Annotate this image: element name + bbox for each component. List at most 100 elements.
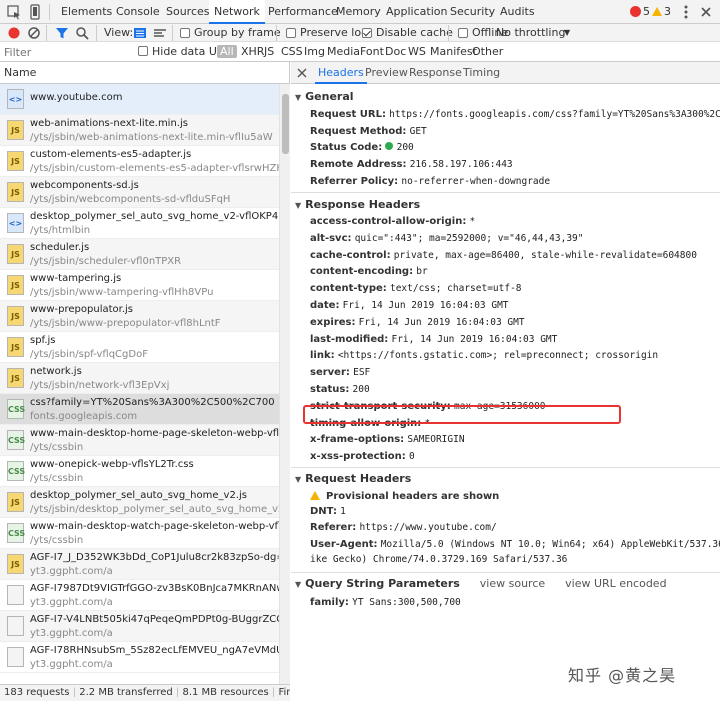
request-row[interactable]: CSS css?family=YT%20Sans%3A300%2C500%2C70… xyxy=(0,394,289,425)
request-row[interactable]: JS www-tampering.js/yts/jsbin/www-tamperi… xyxy=(0,270,289,301)
filter-type-all[interactable]: All xyxy=(217,45,237,58)
clear-icon[interactable] xyxy=(26,25,42,41)
filter-type-font[interactable]: Font xyxy=(360,45,384,58)
tab-response[interactable]: Response xyxy=(409,62,462,84)
request-row[interactable]: JS custom-elements-es5-adapter.js/yts/jsb… xyxy=(0,146,289,177)
request-row[interactable]: JS spf.js/yts/jsbin/spf-vflqCgDoF xyxy=(0,332,289,363)
request-row[interactable]: JS scheduler.js/yts/jsbin/scheduler-vfl0n… xyxy=(0,239,289,270)
request-headers-section-toggle[interactable]: ▼ Request Headers xyxy=(295,472,411,485)
tab-audits[interactable]: Audits xyxy=(500,0,535,24)
error-count: 5 xyxy=(643,5,650,18)
disable-cache-checkbox[interactable] xyxy=(362,28,372,38)
throttling-select[interactable]: No throttling xyxy=(496,26,565,39)
tab-network[interactable]: Network xyxy=(209,0,265,24)
provisional-text: Provisional headers are shown xyxy=(326,491,500,502)
user-agent-value: Mozilla/5.0 (Windows NT 10.0; Win64; x64… xyxy=(380,539,720,550)
request-row[interactable]: AGF-I7-V4LNBt505ki47qPeqeQmPDPt0g-BUggrZ… xyxy=(0,611,289,642)
header-key: cache-control: xyxy=(310,250,391,261)
tab-application[interactable]: Application xyxy=(386,0,447,24)
doc-file-icon: <> xyxy=(7,89,24,109)
device-toolbar-icon[interactable] xyxy=(27,4,43,20)
request-row[interactable]: JS desktop_polymer_sel_auto_svg_home_v2.j… xyxy=(0,487,289,518)
request-row[interactable]: JS network.js/yts/jsbin/network-vfl3EpVxj xyxy=(0,363,289,394)
request-path: /yts/jsbin/www-tampering-vflHh8VPu xyxy=(30,287,214,298)
request-row[interactable]: CSS www-onepick-webp-vflsYL2Tr.css/yts/cs… xyxy=(0,456,289,487)
large-rows-icon[interactable] xyxy=(132,25,148,41)
inspect-element-icon[interactable] xyxy=(6,4,22,20)
filter-type-doc[interactable]: Doc xyxy=(385,45,406,58)
devtools-tab-bar: Elements Console Sources Network Perform… xyxy=(0,0,720,24)
request-row[interactable]: JS web-animations-next-lite.min.js/yts/js… xyxy=(0,115,289,146)
tab-console[interactable]: Console xyxy=(116,0,160,24)
filter-type-manifest[interactable]: Manifest xyxy=(430,45,477,58)
header-key: content-encoding: xyxy=(310,266,414,277)
preserve-log-label: Preserve log xyxy=(300,26,369,39)
query-string-title: Query String Parameters xyxy=(305,577,460,590)
response-headers-section-toggle[interactable]: ▼ Response Headers xyxy=(295,198,420,211)
filter-type-css[interactable]: CSS xyxy=(281,45,303,58)
remote-address-key: Remote Address: xyxy=(310,159,407,170)
request-path: /yts/jsbin/web-animations-next-lite.min-… xyxy=(30,132,273,143)
request-row[interactable]: JS webcomponents-sd.js/yts/jsbin/webcompo… xyxy=(0,177,289,208)
header-value: SAMEORIGIN xyxy=(407,434,465,445)
offline-checkbox[interactable] xyxy=(458,28,468,38)
request-path: yt3.ggpht.com/a xyxy=(30,566,113,577)
referer-key: Referer: xyxy=(310,522,357,533)
request-path: yt3.ggpht.com/a xyxy=(30,659,113,670)
filter-icon[interactable] xyxy=(54,25,70,41)
filter-type-other[interactable]: Other xyxy=(472,45,503,58)
tab-memory[interactable]: Memory xyxy=(336,0,381,24)
more-options-icon[interactable] xyxy=(678,4,694,20)
filter-input[interactable] xyxy=(4,45,124,59)
general-section-toggle[interactable]: ▼ General xyxy=(295,90,354,103)
tab-security[interactable]: Security xyxy=(450,0,495,24)
name-column-header[interactable]: Name xyxy=(0,62,289,84)
request-row[interactable]: <> www.youtube.com xyxy=(0,84,289,115)
request-method-value: GET xyxy=(409,126,427,137)
filter-type-img[interactable]: Img xyxy=(304,45,325,58)
record-icon[interactable] xyxy=(6,25,22,41)
request-name: desktop_polymer_sel_auto_svg_home_v2-vfl… xyxy=(30,211,290,222)
tab-sources[interactable]: Sources xyxy=(166,0,210,24)
expand-arrow-icon: ▼ xyxy=(295,475,302,484)
request-row[interactable]: CSS www-main-desktop-watch-page-skeleton-… xyxy=(0,518,289,549)
filter-type-js[interactable]: JS xyxy=(264,45,274,58)
close-details-icon[interactable] xyxy=(297,68,307,78)
request-row[interactable]: CSS www-main-desktop-home-page-skeleton-w… xyxy=(0,425,289,456)
finish-time: Finish: 36.8 xyxy=(278,687,290,698)
tab-preview[interactable]: Preview xyxy=(365,62,408,84)
scrollbar-thumb[interactable] xyxy=(282,94,289,154)
view-url-encoded-link[interactable]: view URL encoded xyxy=(565,577,666,590)
request-name: www-main-desktop-home-page-skeleton-webp… xyxy=(30,428,289,439)
close-devtools-icon[interactable] xyxy=(698,4,714,20)
preserve-log-checkbox[interactable] xyxy=(286,28,296,38)
filter-type-ws[interactable]: WS xyxy=(408,45,426,58)
error-counter[interactable]: 5 xyxy=(630,5,650,18)
dnt-value: 1 xyxy=(340,506,346,517)
request-row[interactable]: JS AGF-I7_J_D352WK3bDd_CoP1Julu8cr2k83zpS… xyxy=(0,549,289,580)
hide-data-urls-checkbox[interactable] xyxy=(138,46,148,56)
warning-counter[interactable]: 3 xyxy=(652,5,671,18)
group-by-frame-checkbox[interactable] xyxy=(180,28,190,38)
request-row[interactable]: AGF-I7987Dt9VIGTrfGGO-zv3BsK0BnJca7MKRnA… xyxy=(0,580,289,611)
referer-row: Referer: https://www.youtube.com/ xyxy=(310,522,497,533)
overview-icon[interactable] xyxy=(152,25,168,41)
filter-type-media[interactable]: Media xyxy=(327,45,360,58)
search-icon[interactable] xyxy=(74,25,90,41)
tab-elements[interactable]: Elements xyxy=(61,0,112,24)
js-file-icon: JS xyxy=(7,554,24,574)
chevron-down-icon[interactable]: ▼ xyxy=(564,28,570,37)
tab-performance[interactable]: Performance xyxy=(268,0,338,24)
tab-timing[interactable]: Timing xyxy=(463,62,500,84)
response-header-row: link: <https://fonts.gstatic.com>; rel=p… xyxy=(310,350,658,361)
header-key: content-type: xyxy=(310,283,387,294)
view-source-link[interactable]: view source xyxy=(480,577,545,590)
request-list-scrollbar[interactable] xyxy=(279,84,290,684)
filter-type-xhr[interactable]: XHR xyxy=(241,45,264,58)
request-path: yt3.ggpht.com/a xyxy=(30,628,113,639)
request-row[interactable]: AGF-I78RHNsubSm_5Sz82ecLfEMVEU_ngA7eVMdU… xyxy=(0,642,289,673)
query-string-section-toggle[interactable]: ▼ Query String Parameters view source view … xyxy=(295,577,667,590)
tab-headers[interactable]: Headers xyxy=(315,62,367,84)
request-row[interactable]: JS www-prepopulator.js/yts/jsbin/www-prep… xyxy=(0,301,289,332)
request-row[interactable]: <> desktop_polymer_sel_auto_svg_home_v2-v… xyxy=(0,208,289,239)
